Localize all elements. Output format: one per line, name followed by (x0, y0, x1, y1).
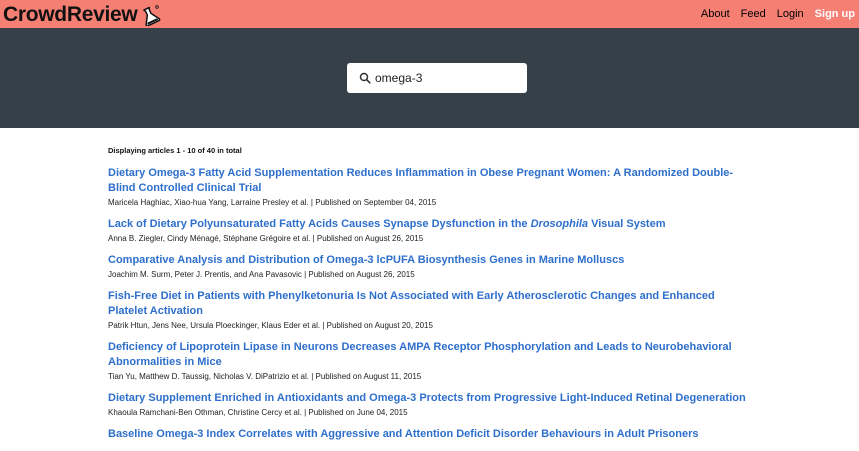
article-meta: Tian Yu, Matthew D. Taussig, Nicholas V.… (108, 372, 422, 381)
search-banner (0, 28, 859, 128)
article-title-link[interactable]: Comparative Analysis and Distribution of… (108, 253, 748, 268)
nav-links: About Feed Login Sign up (701, 0, 859, 28)
search-icon (359, 72, 371, 84)
flask-icon (143, 5, 161, 26)
nav-login-link[interactable]: Login (777, 8, 804, 20)
article-meta: Joachim M. Surm, Peter J. Prentis, and A… (108, 270, 415, 279)
article-meta: Maricela Haghiac, Xiao-hua Yang, Larrain… (108, 198, 437, 207)
article-title-link[interactable]: Lack of Dietary Polyunsaturated Fatty Ac… (108, 217, 748, 232)
results-summary: Displaying articles 1 - 10 of 40 in tota… (108, 146, 242, 155)
article-item: Baseline Omega-3 Index Correlates with A… (108, 427, 748, 442)
article-title-link[interactable]: Fish-Free Diet in Patients with Phenylke… (108, 289, 748, 319)
article-title-link[interactable]: Dietary Omega-3 Fatty Acid Supplementati… (108, 166, 748, 196)
article-title-link[interactable]: Deficiency of Lipoprotein Lipase in Neur… (108, 340, 748, 370)
search-input[interactable] (375, 71, 525, 85)
article-title-link[interactable]: Dietary Supplement Enriched in Antioxida… (108, 391, 748, 406)
article-meta: Patrik Htun, Jens Nee, Ursula Ploeckinge… (108, 321, 433, 330)
nav-feed-link[interactable]: Feed (741, 8, 766, 20)
article-item: Fish-Free Diet in Patients with Phenylke… (108, 289, 748, 331)
article-item: Deficiency of Lipoprotein Lipase in Neur… (108, 340, 748, 382)
search-box[interactable] (347, 63, 527, 93)
article-title-link[interactable]: Baseline Omega-3 Index Correlates with A… (108, 427, 748, 442)
nav-about-link[interactable]: About (701, 8, 730, 20)
article-item: Comparative Analysis and Distribution of… (108, 253, 748, 280)
article-item: Lack of Dietary Polyunsaturated Fatty Ac… (108, 217, 748, 244)
article-title-part: Visual System (588, 218, 666, 230)
brand[interactable]: CrowdReview (3, 3, 161, 27)
article-meta: Anna B. Ziegler, Cindy Ménagé, Stéphane … (108, 234, 424, 243)
article-title-part: Lack of Dietary Polyunsaturated Fatty Ac… (108, 218, 531, 230)
article-item: Dietary Supplement Enriched in Antioxida… (108, 391, 748, 418)
results-list: Displaying articles 1 - 10 of 40 in tota… (108, 146, 748, 451)
article-meta: Khaoula Ramchani-Ben Othman, Christine C… (108, 408, 408, 417)
article-item: Dietary Omega-3 Fatty Acid Supplementati… (108, 166, 748, 208)
article-title-italic: Drosophila (530, 218, 589, 230)
nav-signup-link[interactable]: Sign up (815, 8, 855, 20)
top-navbar: CrowdReview About Feed Login Sign up (0, 0, 859, 28)
brand-name[interactable]: CrowdReview (3, 3, 138, 27)
